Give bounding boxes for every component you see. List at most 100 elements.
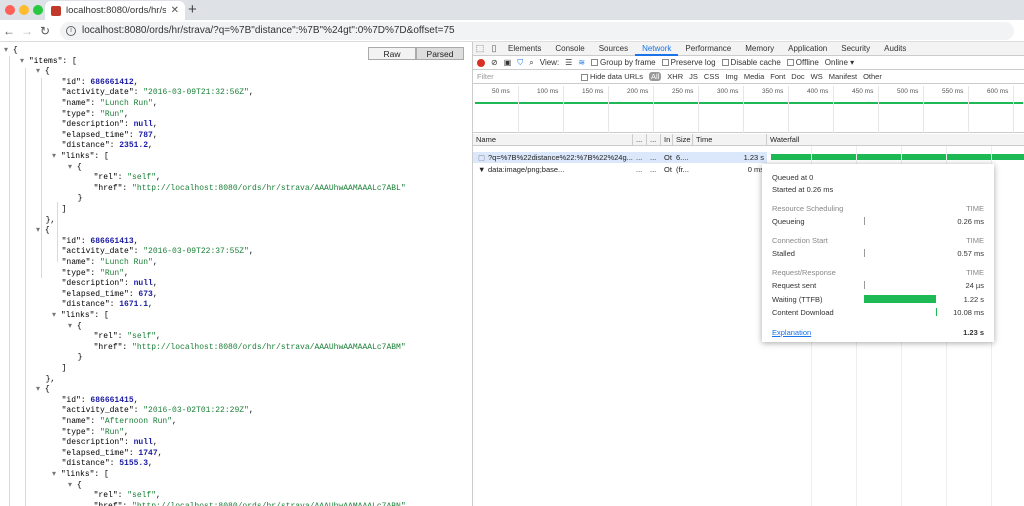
filter-input[interactable]: Filter	[477, 72, 575, 81]
filter-type-xhr[interactable]: XHR	[667, 72, 683, 81]
json-line: "rel": "self",	[84, 332, 161, 343]
col-size[interactable]: Size	[673, 134, 693, 146]
collapse-toggle-icon[interactable]: ▾	[36, 67, 45, 76]
collapse-toggle-icon[interactable]: ▾	[68, 322, 77, 331]
json-punct: },	[45, 215, 56, 225]
close-window-button[interactable]	[5, 5, 15, 15]
filter-type-media[interactable]: Media	[744, 72, 764, 81]
view-label: View:	[539, 58, 560, 67]
json-value: null	[133, 120, 153, 130]
screenshot-icon[interactable]: ▣	[504, 58, 512, 67]
chevron-down-icon: ▾	[850, 58, 855, 67]
explanation-link[interactable]: Explanation	[772, 328, 811, 337]
tab-application[interactable]: Application	[781, 42, 834, 56]
json-punct: {	[76, 480, 82, 490]
col-status[interactable]: ...	[633, 134, 647, 146]
tab-security[interactable]: Security	[834, 42, 877, 56]
waterfall-view-icon[interactable]: ≋	[578, 58, 585, 67]
throttling-select[interactable]: Online ▾	[825, 58, 854, 67]
collapse-toggle-icon[interactable]: ▾	[36, 385, 45, 394]
json-punct: ,	[152, 289, 158, 299]
json-punct: "activity_date":	[61, 406, 144, 416]
json-punct: "name":	[61, 258, 101, 267]
json-punct: "distance":	[61, 300, 120, 310]
reload-icon[interactable]: ↻	[36, 24, 54, 38]
info-icon[interactable]: i	[66, 25, 76, 36]
filter-type-css[interactable]: CSS	[704, 72, 719, 81]
maximize-window-button[interactable]	[33, 5, 43, 15]
collapse-toggle-icon[interactable]: ▾	[52, 470, 61, 479]
collapse-toggle-icon[interactable]: ▾	[52, 311, 61, 320]
json-value: "Afternoon Run"	[100, 417, 173, 426]
col-waterfall[interactable]: Waterfall	[767, 134, 1024, 146]
col-time[interactable]: Time	[693, 134, 767, 146]
forward-icon[interactable]: →	[18, 24, 36, 38]
oracle-favicon-icon	[51, 5, 61, 16]
device-toolbar-icon[interactable]: ▯	[487, 43, 501, 54]
json-line: "name": "Afternoon Run",	[52, 417, 177, 428]
col-type[interactable]: ...	[647, 134, 661, 146]
search-icon[interactable]: ⌕	[529, 58, 533, 68]
collapse-toggle-icon[interactable]: ▾	[20, 57, 29, 66]
request-row[interactable]: ▼ data:image/png;base... ... ... Ot (fr.…	[473, 164, 767, 175]
json-punct: },	[45, 374, 56, 384]
collapse-toggle-icon[interactable]: ▾	[68, 163, 77, 172]
timing-value: 1.22 s	[963, 295, 984, 304]
tab-memory[interactable]: Memory	[738, 42, 781, 56]
close-tab-icon[interactable]: ✕	[171, 5, 179, 16]
json-viewer: Raw Parsed ▾ {▾ "items": [▾ { "id": 6866…	[0, 42, 472, 506]
filter-type-img[interactable]: Img	[725, 72, 738, 81]
json-punct: ,	[172, 417, 177, 426]
browser-tab[interactable]: localhost:8080/ords/hr/strava/ ✕	[45, 1, 185, 20]
list-view-icon[interactable]: ☰	[565, 58, 572, 67]
json-line: "id": 686661413,	[52, 237, 139, 248]
filter-type-manifest[interactable]: Manifest	[829, 72, 857, 81]
json-line: "rel": "self",	[84, 173, 161, 184]
col-name[interactable]: Name	[473, 134, 633, 146]
clear-icon[interactable]: ⊘	[491, 58, 498, 67]
request-row[interactable]: ▢ ?q=%7B%22distance%22:%7B%22%24g... ...…	[473, 152, 767, 163]
filter-type-doc[interactable]: Doc	[791, 72, 804, 81]
json-punct: "links": [	[60, 311, 109, 320]
parsed-button[interactable]: Parsed	[416, 47, 464, 60]
tab-network[interactable]: Network	[635, 42, 679, 56]
timeline-tick	[878, 86, 879, 133]
filter-type-js[interactable]: JS	[689, 72, 698, 81]
collapse-toggle-icon[interactable]: ▾	[68, 481, 77, 490]
timing-value: 0.26 ms	[957, 217, 984, 226]
col-initiator[interactable]: In	[661, 134, 673, 146]
tab-console[interactable]: Console	[548, 42, 591, 56]
filter-type-all[interactable]: All	[648, 72, 662, 81]
group-by-frame-checkbox[interactable]: Group by frame	[591, 58, 656, 67]
tick-label: 50 ms	[492, 88, 510, 95]
filter-type-ws[interactable]: WS	[811, 72, 823, 81]
waterfall-bar[interactable]	[771, 154, 1024, 160]
timeline-overview[interactable]: 50 ms 100 ms 150 ms 200 ms 250 ms 300 ms 350 m…	[473, 86, 1024, 133]
offline-checkbox[interactable]: Offline	[786, 58, 819, 67]
raw-button[interactable]: Raw	[368, 47, 416, 60]
inspect-element-icon[interactable]: ⬚	[473, 43, 487, 54]
indent-guide	[41, 78, 42, 278]
back-icon[interactable]: ←	[0, 24, 18, 38]
record-icon[interactable]	[477, 58, 485, 67]
address-bar[interactable]: i localhost:8080/ords/hr/strava/?q=%7B"d…	[60, 21, 1014, 40]
collapse-toggle-icon[interactable]: ▾	[4, 46, 13, 55]
tab-elements[interactable]: Elements	[501, 42, 548, 56]
filter-type-other[interactable]: Other	[863, 72, 882, 81]
disable-cache-checkbox[interactable]: Disable cache	[721, 58, 781, 67]
json-line: "name": "Lunch Run",	[52, 99, 158, 110]
hide-data-urls-checkbox[interactable]: Hide data URLs	[581, 72, 643, 81]
filter-icon[interactable]: ⛉	[517, 58, 523, 68]
json-value: "2016-03-02T01:22:29Z"	[143, 406, 249, 416]
json-punct: ,	[152, 279, 158, 289]
json-line: "type": "Run",	[52, 110, 129, 121]
tab-audits[interactable]: Audits	[877, 42, 913, 56]
collapse-toggle-icon[interactable]: ▾	[52, 152, 61, 161]
preserve-log-checkbox[interactable]: Preserve log	[661, 58, 716, 67]
timing-popup: Queued at 0 Started at 0.26 ms Resource …	[762, 164, 994, 342]
new-tab-icon[interactable]: +	[188, 1, 197, 18]
minimize-window-button[interactable]	[19, 5, 29, 15]
tab-performance[interactable]: Performance	[678, 42, 738, 56]
tab-sources[interactable]: Sources	[592, 42, 635, 56]
filter-type-font[interactable]: Font	[770, 72, 785, 81]
